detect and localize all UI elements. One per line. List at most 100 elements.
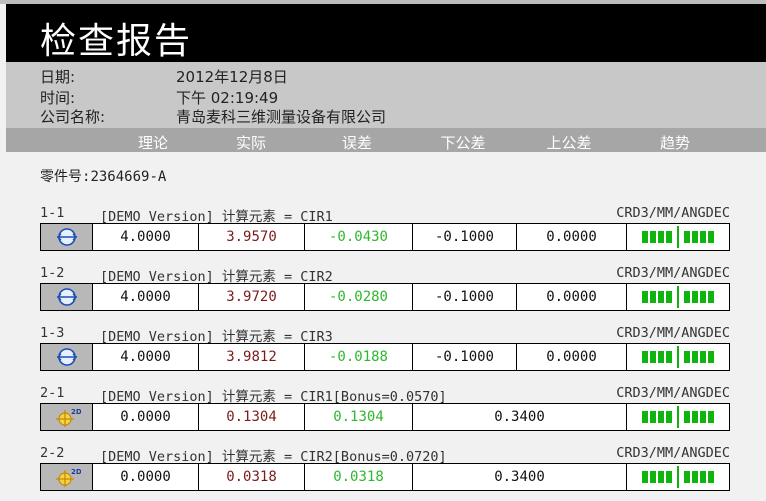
feature-type-cell: 2D (41, 404, 93, 430)
date-value: 2012年12月8日 (176, 68, 288, 86)
col-nominal: 理论 (137, 134, 168, 152)
deviation-value: -0.0188 (305, 344, 413, 370)
nominal-value: 0.0000 (93, 404, 199, 430)
feature-id: 2-1 (40, 385, 65, 401)
trend-block (708, 231, 714, 243)
trend-block (642, 351, 648, 363)
feature-description: [DEMO Version] 计算元素 = CIR3 (100, 329, 333, 345)
tolerance-value: 0.3400 (413, 404, 627, 430)
trend-block (700, 291, 706, 303)
trend-block (642, 471, 648, 483)
feature-id: 1-2 (40, 265, 65, 281)
deviation-value: -0.0280 (305, 284, 413, 310)
nominal-value: 4.0000 (93, 284, 199, 310)
feature-description: [DEMO Version] 计算元素 = CIR2[Bonus=0.0720] (100, 449, 447, 465)
feature-type-cell: 2D (41, 464, 93, 490)
feature-header: 1-3 [DEMO Version] 计算元素 = CIR3 CRD3/MM/ANG… (40, 323, 730, 345)
deviation-value: -0.0430 (305, 224, 413, 250)
deviation-value: 0.0318 (305, 464, 413, 490)
trend-block (684, 471, 690, 483)
upper-tolerance-value: 0.0000 (517, 284, 627, 310)
feature-type-cell (41, 344, 93, 370)
report-title: 检查报告 (40, 21, 193, 62)
trend-block (658, 471, 664, 483)
company-value: 青岛麦科三维测量设备有限公司 (176, 108, 387, 126)
feature-header: 1-2 [DEMO Version] 计算元素 = CIR2 CRD3/MM/ANG… (40, 263, 730, 285)
trend-block (692, 351, 698, 363)
lower-tolerance-value: -0.1000 (413, 224, 517, 250)
trend-center-marker (677, 466, 679, 488)
trend-block (658, 231, 664, 243)
trend-block (650, 231, 656, 243)
position-2d-icon: 2D (53, 408, 81, 427)
trend-center-marker (677, 346, 679, 368)
feature-values-row: 4.0000 3.9720 -0.0280 -0.1000 0.0000 (40, 283, 730, 311)
feature-description: [DEMO Version] 计算元素 = CIR2 (100, 269, 333, 285)
trend-block (684, 291, 690, 303)
time-value: 下午 02:19:49 (176, 89, 279, 107)
trend-block (684, 231, 690, 243)
trend-block (708, 291, 714, 303)
report-title-bar: 检查报告 (6, 4, 766, 62)
feature-id: 2-2 (40, 445, 65, 461)
trend-block (658, 291, 664, 303)
trend-indicator (627, 224, 729, 250)
trend-block (658, 351, 664, 363)
feature-header: 2-1 [DEMO Version] 计算元素 = CIR1[Bonus=0.05… (40, 383, 730, 405)
col-lower-tolerance: 下公差 (440, 134, 486, 152)
trend-block (650, 471, 656, 483)
feature-description: [DEMO Version] 计算元素 = CIR1 (100, 209, 333, 225)
trend-block (684, 411, 690, 423)
upper-tolerance-value: 0.0000 (517, 224, 627, 250)
nominal-value: 4.0000 (93, 224, 199, 250)
company-row: 公司名称: 青岛麦科三维测量设备有限公司 (40, 106, 386, 127)
part-label: 零件号: (40, 169, 91, 185)
feature-values-row: 2D 0.0000 0.1304 0.1304 0.3400 (40, 403, 730, 431)
trend-block (700, 471, 706, 483)
feature-values-row: 4.0000 3.9570 -0.0430 -0.1000 0.0000 (40, 223, 730, 251)
trend-block (692, 471, 698, 483)
trend-block (642, 411, 648, 423)
feature-values-row: 2D 0.0000 0.0318 0.0318 0.3400 (40, 463, 730, 491)
feature-values-row: 4.0000 3.9812 -0.0188 -0.1000 0.0000 (40, 343, 730, 371)
actual-value: 0.0318 (199, 464, 305, 490)
col-deviation: 误差 (341, 134, 372, 152)
nominal-value: 0.0000 (93, 464, 199, 490)
trend-center-marker (677, 226, 679, 248)
feature-type-cell (41, 284, 93, 310)
tolerance-value: 0.3400 (413, 464, 627, 490)
circle-diameter-icon (53, 228, 81, 246)
feature-units: CRD3/MM/ANGDEC (616, 265, 730, 281)
feature-block: 1-2 [DEMO Version] 计算元素 = CIR2 CRD3/MM/ANG… (0, 263, 766, 321)
trend-bar (642, 466, 714, 488)
trend-block (684, 351, 690, 363)
actual-value: 3.9720 (199, 284, 305, 310)
trend-bar (642, 346, 714, 368)
trend-bar (642, 406, 714, 428)
trend-block (666, 291, 672, 303)
trend-center-marker (677, 286, 679, 308)
trend-block (650, 291, 656, 303)
part-number: 零件号:2364669-A (40, 166, 166, 186)
trend-block (700, 231, 706, 243)
lower-tolerance-value: -0.1000 (413, 284, 517, 310)
actual-value: 3.9570 (199, 224, 305, 250)
trend-block (642, 291, 648, 303)
deviation-value: 0.1304 (305, 404, 413, 430)
feature-block: 1-1 [DEMO Version] 计算元素 = CIR1 CRD3/MM/ANG… (0, 203, 766, 261)
feature-units: CRD3/MM/ANGDEC (616, 385, 730, 401)
trend-bar (642, 226, 714, 248)
lower-tolerance-value: -0.1000 (413, 344, 517, 370)
col-trend: 趋势 (659, 134, 690, 152)
trend-indicator (627, 404, 729, 430)
trend-block (666, 411, 672, 423)
nominal-value: 4.0000 (93, 344, 199, 370)
trend-block (650, 411, 656, 423)
date-label: 日期: (40, 68, 76, 86)
trend-block (700, 411, 706, 423)
actual-value: 0.1304 (199, 404, 305, 430)
upper-tolerance-value: 0.0000 (517, 344, 627, 370)
date-row: 日期: 2012年12月8日 (40, 66, 288, 87)
report-info-panel: 日期: 2012年12月8日 时间: 下午 02:19:49 公司名称: 青岛麦科三维… (6, 62, 766, 128)
trend-block (708, 471, 714, 483)
